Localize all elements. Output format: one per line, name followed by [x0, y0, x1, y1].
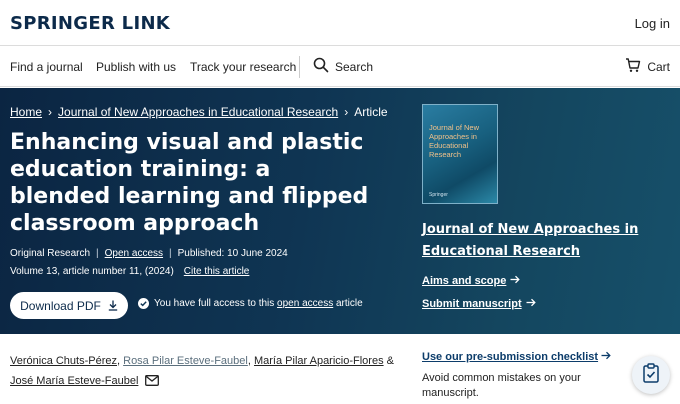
article-title: Enhancing visual and plastic education t…: [10, 130, 369, 236]
main-nav: Find a journal Publish with us Track you…: [0, 47, 680, 87]
arrow-right-icon: [526, 298, 536, 310]
check-circle-icon: [138, 298, 149, 309]
nav-publish-with-us[interactable]: Publish with us: [96, 60, 176, 74]
access-notice: You have full access to this open access…: [138, 298, 363, 309]
login-link[interactable]: Log in: [635, 16, 670, 31]
checklist-description: Avoid common mistakes on your manuscript…: [422, 372, 581, 399]
download-pdf-label: Download PDF: [20, 298, 101, 313]
checklist-label: Use our pre-submission checklist: [422, 351, 599, 363]
search-icon: [313, 57, 329, 78]
springer-link-logo[interactable]: SPRINGER LINK: [10, 13, 170, 34]
chevron-right-icon: ›: [48, 105, 53, 119]
cover-title: Journal of New Approaches in Educational…: [429, 123, 480, 159]
cart-icon: [625, 57, 641, 78]
aims-scope-link[interactable]: Aims and scope: [422, 275, 521, 287]
nav-divider: [299, 56, 300, 78]
cover-publisher: Springer: [429, 192, 448, 198]
article-type: Original Research: [10, 248, 91, 259]
arrow-right-icon: [601, 351, 611, 363]
download-pdf-button[interactable]: Download PDF: [10, 292, 128, 319]
nav-find-journal[interactable]: Find a journal: [10, 60, 83, 74]
arrow-right-icon: [510, 275, 521, 287]
download-icon: [108, 300, 118, 311]
checklist-fab-button[interactable]: [632, 356, 670, 394]
breadcrumb-current: Article: [354, 105, 388, 119]
author-link[interactable]: José María Esteve-Faubel: [10, 375, 138, 387]
open-access-link[interactable]: Open access: [105, 248, 163, 259]
aims-scope-label: Aims and scope: [422, 275, 507, 287]
author-list: Verónica Chuts-Pérez, Rosa Pilar Esteve-…: [10, 351, 400, 393]
top-bar: SPRINGER LINK Log in: [0, 0, 680, 46]
author-link[interactable]: Rosa Pilar Esteve-Faubel: [123, 355, 248, 367]
author-link[interactable]: Verónica Chuts-Pérez: [10, 355, 117, 367]
author-link[interactable]: María Pilar Aparicio-Flores: [254, 355, 384, 367]
article-hero: Home › Journal of New Approaches in Educ…: [0, 88, 680, 334]
chevron-right-icon: ›: [344, 105, 349, 119]
article-meta: Original Research | Open access | Publis…: [10, 248, 288, 259]
journal-title-link[interactable]: Journal of New Approaches in Educational…: [422, 219, 642, 263]
published-date: Published: 10 June 2024: [177, 248, 288, 259]
journal-cover-image[interactable]: Journal of New Approaches in Educational…: [422, 104, 498, 204]
cite-article-link[interactable]: Cite this article: [184, 266, 250, 277]
search-button[interactable]: Search: [313, 57, 373, 77]
article-volume-row: Volume 13, article number 11, (2024) Cit…: [10, 266, 249, 277]
access-prefix: You have full access to this: [154, 298, 278, 309]
clipboard-check-icon: [642, 362, 660, 388]
search-label: Search: [335, 60, 374, 74]
submit-manuscript-label: Submit manuscript: [422, 298, 522, 310]
access-open-access-link[interactable]: open access: [277, 298, 333, 309]
cart-label: Cart: [647, 60, 670, 74]
breadcrumb-home[interactable]: Home: [10, 105, 42, 119]
article-volume: Volume 13, article number 11, (2024): [10, 266, 174, 277]
submit-manuscript-link[interactable]: Submit manuscript: [422, 298, 536, 310]
mail-icon[interactable]: [145, 373, 160, 393]
access-suffix: article: [333, 298, 363, 309]
cart-button[interactable]: Cart: [625, 57, 670, 77]
breadcrumb-journal[interactable]: Journal of New Approaches in Educational…: [58, 105, 338, 119]
nav-track-research[interactable]: Track your research: [190, 60, 296, 74]
breadcrumb: Home › Journal of New Approaches in Educ…: [10, 105, 388, 119]
presubmission-checklist-link[interactable]: Use our pre-submission checklist: [422, 351, 611, 363]
